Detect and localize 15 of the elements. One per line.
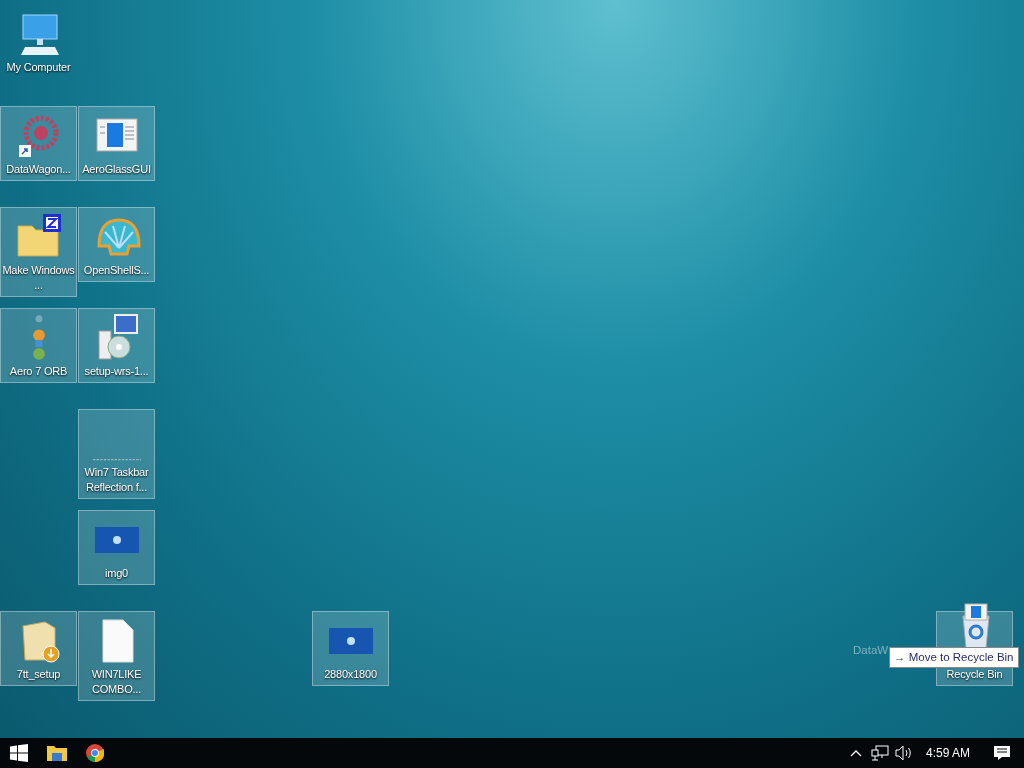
icon-label: 2880x1800 [324, 667, 377, 682]
icon-label: Win7 Taskbar Reflection f... [83, 465, 150, 495]
icon-label: img0 [104, 566, 128, 581]
icon-label: WIN7LIKE COMBO... [90, 667, 143, 697]
icon-label: DataWagon... [6, 162, 71, 177]
icon-label: My Computer [6, 60, 71, 75]
drag-tooltip: → Move to Recycle Bin [889, 647, 1019, 669]
icon-label: Aero 7 ORB [9, 364, 68, 379]
icon-label: Recycle Bin [946, 667, 1003, 682]
dragged-icon-label: DataW [853, 643, 889, 658]
icon-label: 7tt_setup [16, 667, 61, 682]
icon-label: OpenShellS... [83, 263, 150, 278]
icon-label: Make Windows ... [2, 263, 75, 293]
icon-label: AeroGlassGUI [82, 162, 151, 177]
icon-label: setup-wrs-1... [84, 364, 149, 379]
